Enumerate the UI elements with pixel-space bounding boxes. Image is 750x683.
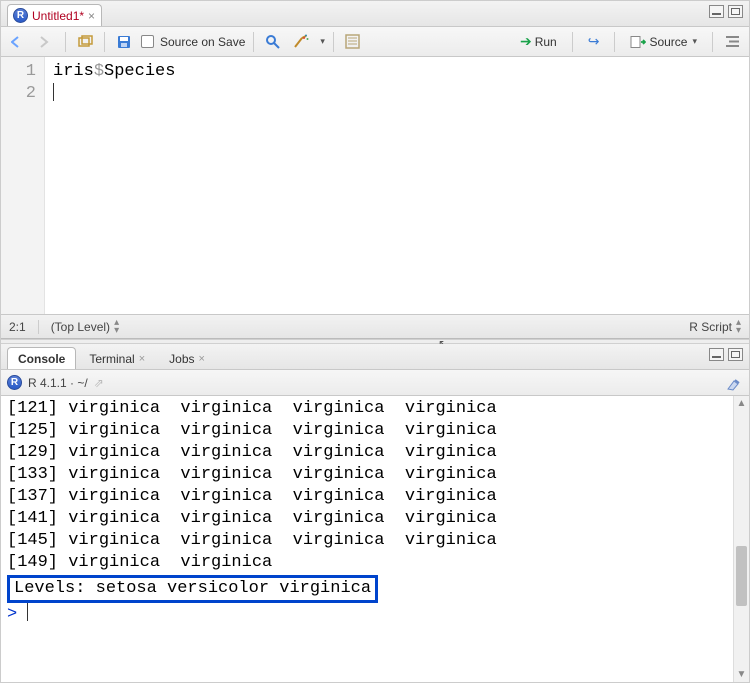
tab-terminal[interactable]: Terminal × <box>78 347 156 369</box>
source-tabstrip: R Untitled1* × <box>1 1 749 27</box>
cursor-position: 2:1 <box>9 320 26 334</box>
tab-console-label: Console <box>18 352 65 366</box>
console-line: [121] virginica virginica virginica virg… <box>7 398 727 420</box>
scope-label: (Top Level) <box>51 320 110 334</box>
minimize-pane-button[interactable] <box>709 348 724 361</box>
console-line: [137] virginica virginica virginica virg… <box>7 486 727 508</box>
clear-console-icon[interactable] <box>725 375 743 391</box>
console-line: [133] virginica virginica virginica virg… <box>7 464 727 486</box>
maximize-pane-button[interactable] <box>728 348 743 361</box>
line-number: 2 <box>1 83 36 105</box>
tab-terminal-label: Terminal <box>89 352 134 366</box>
r-logo-icon: R <box>7 375 22 390</box>
goto-wd-icon[interactable]: ⇗ <box>94 376 104 390</box>
rerun-icon: ↪ <box>588 33 600 50</box>
r-logo-icon: R <box>13 8 28 23</box>
code-area[interactable]: iris$Species <box>45 57 749 314</box>
console-pane: Console Terminal × Jobs × R R 4.1.1 · ~/… <box>1 344 749 682</box>
console-toolbar: R R 4.1.1 · ~/ ⇗ <box>1 370 749 396</box>
rerun-button[interactable]: ↪ <box>581 30 607 53</box>
save-icon[interactable] <box>113 31 135 53</box>
source-caret-icon[interactable]: ▾ <box>692 36 697 47</box>
code-tools-icon[interactable] <box>290 31 312 53</box>
console-line: [129] virginica virginica virginica virg… <box>7 442 727 464</box>
updown-icon: ▴▾ <box>736 319 741 335</box>
pane-window-buttons <box>709 348 743 361</box>
console-tabstrip: Console Terminal × Jobs × <box>1 344 749 370</box>
code-editor[interactable]: 1 2 iris$Species <box>1 57 749 314</box>
console-output[interactable]: [121] virginica virginica virginica virg… <box>1 396 733 682</box>
updown-icon: ▴▾ <box>114 319 119 335</box>
console-line: [149] virginica virginica <box>7 552 727 574</box>
console-line: [145] virginica virginica virginica virg… <box>7 530 727 552</box>
console-scrollbar[interactable]: ▲ ▼ <box>733 396 749 682</box>
scroll-down-icon[interactable]: ▼ <box>734 667 749 682</box>
source-doc-icon <box>630 35 646 49</box>
run-button[interactable]: ➔ Run <box>513 30 564 53</box>
run-label: Run <box>535 35 557 49</box>
minimize-pane-button[interactable] <box>709 5 724 18</box>
tab-jobs-label: Jobs <box>169 352 194 366</box>
source-pane: R Untitled1* × ▾ Source on Sav <box>1 1 749 339</box>
filetype-label: R Script <box>689 320 732 334</box>
console-line: [141] virginica virginica virginica virg… <box>7 508 727 530</box>
source-on-save-toggle[interactable]: Source on Save <box>141 35 245 49</box>
compile-report-icon[interactable] <box>342 31 364 53</box>
scroll-up-icon[interactable]: ▲ <box>734 396 749 411</box>
outline-icon[interactable] <box>721 31 743 53</box>
checkbox-icon[interactable] <box>141 35 154 48</box>
cursor-icon <box>27 603 28 621</box>
source-statusbar: 2:1 (Top Level) ▴▾ R Script ▴▾ <box>1 314 749 338</box>
show-in-new-window-icon[interactable] <box>74 31 96 53</box>
source-label: Source <box>649 35 687 49</box>
code-tools-caret-icon[interactable]: ▾ <box>320 36 325 47</box>
line-gutter: 1 2 <box>1 57 45 314</box>
line-number: 1 <box>1 61 36 83</box>
close-icon[interactable]: × <box>88 9 95 23</box>
filetype-selector[interactable]: R Script ▴▾ <box>689 319 741 335</box>
console-line: [125] virginica virginica virginica virg… <box>7 420 727 442</box>
console-body-wrap: [121] virginica virginica virginica virg… <box>1 396 749 682</box>
scroll-thumb[interactable] <box>736 546 747 606</box>
close-icon[interactable]: × <box>199 353 205 365</box>
scope-selector[interactable]: (Top Level) ▴▾ <box>51 319 119 335</box>
source-on-save-label: Source on Save <box>160 35 245 49</box>
find-icon[interactable] <box>262 31 284 53</box>
source-tab-untitled1[interactable]: R Untitled1* × <box>7 4 102 26</box>
tab-console[interactable]: Console <box>7 347 76 369</box>
console-prompt: > <box>7 605 17 624</box>
source-tab-title: Untitled1* <box>32 9 84 23</box>
source-toolbar: ▾ Source on Save ▾ ➔ Run ↪ <box>1 27 749 57</box>
back-icon[interactable] <box>7 31 29 53</box>
run-arrow-icon: ➔ <box>520 33 532 50</box>
close-icon[interactable]: × <box>139 353 145 365</box>
forward-icon[interactable] <box>35 31 57 53</box>
maximize-pane-button[interactable] <box>728 5 743 18</box>
levels-highlight: Levels: setosa versicolor virginica <box>7 575 378 603</box>
pane-window-buttons <box>709 5 743 18</box>
source-button[interactable]: Source ▾ <box>623 32 704 52</box>
cursor-icon <box>53 83 54 101</box>
tab-jobs[interactable]: Jobs × <box>158 347 216 369</box>
console-header: R 4.1.1 · ~/ <box>28 376 88 390</box>
code-text: iris$Species <box>53 62 175 81</box>
